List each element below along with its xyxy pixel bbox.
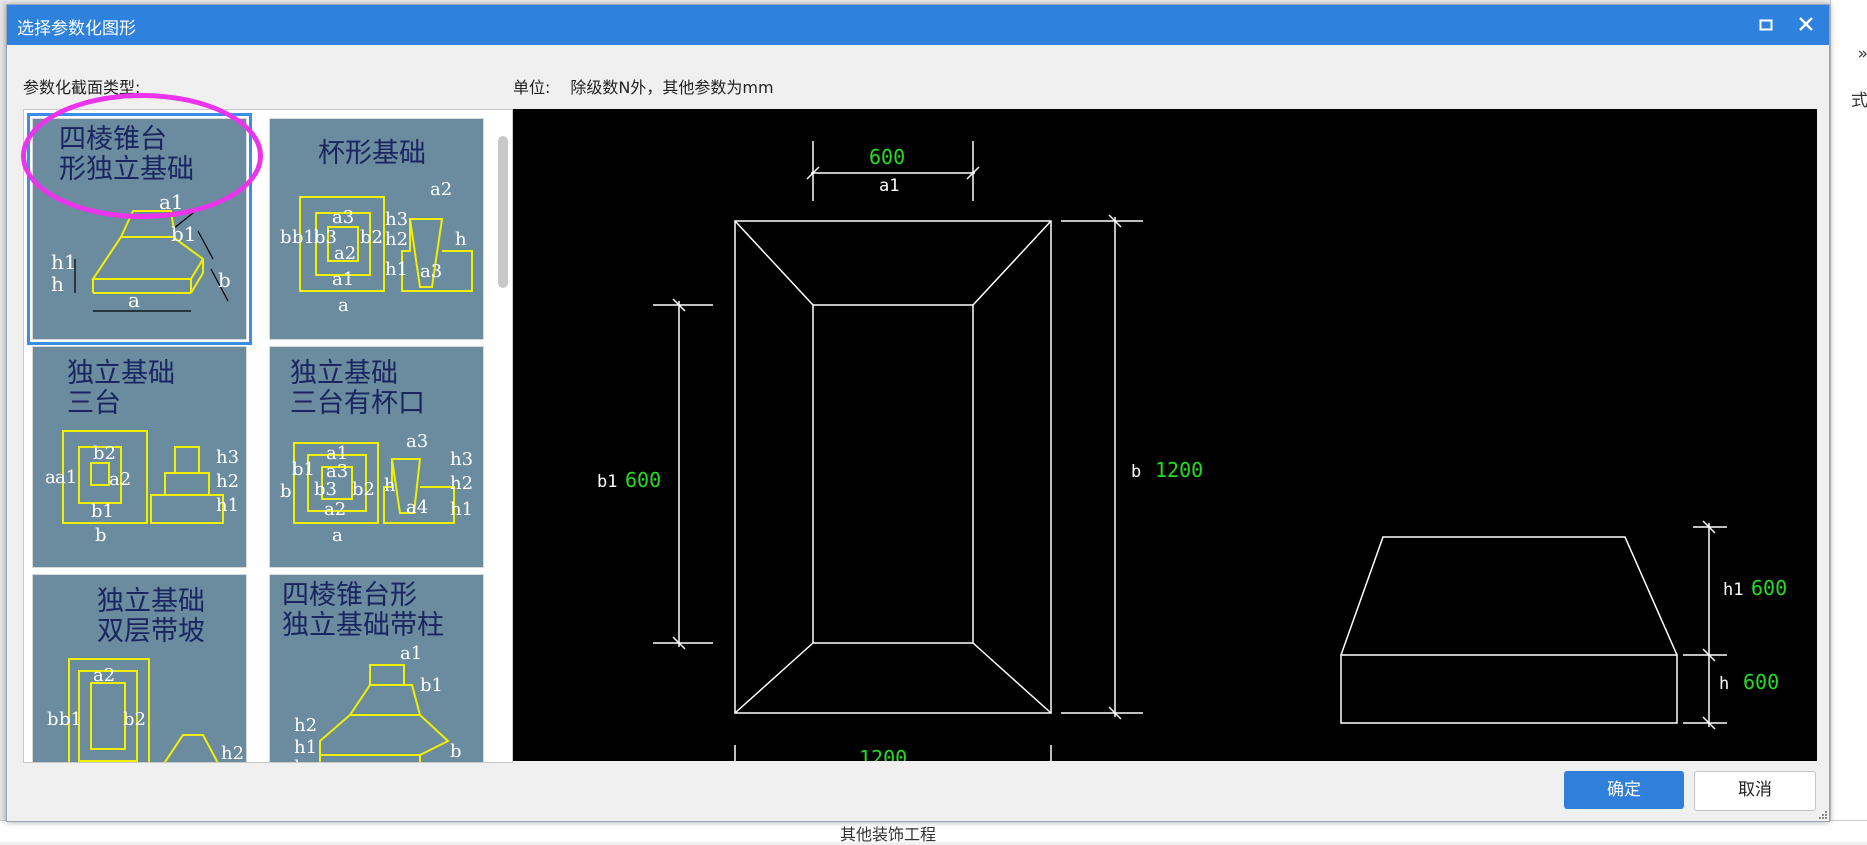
b1-value: 600 <box>625 468 661 492</box>
cancel-button[interactable]: 取消 <box>1694 771 1816 811</box>
svg-text:h: h <box>294 757 306 763</box>
thumb-cup-footing[interactable]: 杯形基础 a2 b b1 b3 b2 a3 a2 a1 a h3 h2 h1 h… <box>269 118 484 340</box>
thumb-drawing: a1 b1 h2 h1 h b <box>294 643 462 763</box>
inner-outline <box>812 304 974 644</box>
h1-value: 600 <box>1751 576 1787 600</box>
maximize-icon[interactable] <box>1751 10 1781 40</box>
svg-text:h1: h1 <box>385 259 408 280</box>
svg-text:a1: a1 <box>55 467 77 488</box>
b-value: 1200 <box>1155 458 1203 482</box>
svg-text:h1: h1 <box>294 737 317 758</box>
thumb-three-step-cup-footing[interactable]: 独立基础 三台有杯口 a1 a3 b1 b3 b2 b a2 a h a3 a4… <box>269 346 484 568</box>
shape-preview-canvas: 600 a1 b1 600 b 1200 1200 h1 600 h 600 <box>513 109 1817 761</box>
svg-text:b: b <box>218 268 231 292</box>
svg-text:b2: b2 <box>123 709 146 730</box>
svg-text:h1: h1 <box>450 499 473 520</box>
selection-highlight-circle <box>21 93 263 219</box>
ok-button[interactable]: 确定 <box>1564 771 1684 809</box>
h-value: 600 <box>1743 670 1779 694</box>
svg-text:a3: a3 <box>420 261 442 282</box>
section-base <box>1340 654 1678 724</box>
thumb-drawing: a1 a3 b1 b3 b2 b a2 a h a3 a4 h3 h2 h1 <box>280 431 473 546</box>
list-scrollbar-thumb[interactable] <box>498 136 508 288</box>
a1-value: 600 <box>869 145 905 169</box>
svg-text:b2: b2 <box>360 227 383 248</box>
thumb-drawing: b2 a a1 a2 b1 b h3 h2 h1 <box>45 430 239 546</box>
svg-text:a3: a3 <box>406 431 428 452</box>
svg-text:a4: a4 <box>406 497 428 518</box>
a1-label: a1 <box>879 176 899 196</box>
resize-grip-icon[interactable] <box>1817 809 1827 819</box>
svg-text:b: b <box>95 525 107 546</box>
svg-text:h2: h2 <box>294 715 317 736</box>
svg-text:a2: a2 <box>93 665 115 686</box>
close-icon[interactable] <box>1791 10 1821 40</box>
unit-value: 除级数N外，其他参数为mm <box>570 78 774 97</box>
svg-text:a1: a1 <box>400 643 422 664</box>
svg-text:h3: h3 <box>216 447 239 468</box>
b1-label: b1 <box>597 472 617 492</box>
svg-text:h: h <box>51 272 64 296</box>
svg-text:a3: a3 <box>332 207 354 228</box>
background-expand-icon: » <box>1857 44 1867 64</box>
dialog-titlebar: 选择参数化图形 <box>7 5 1829 45</box>
background-app-panel: » 式 <box>1830 0 1867 841</box>
thumb-pyramid-footing-with-column[interactable]: 四棱锥台形 独立基础带柱 a1 b1 h2 h1 h b <box>269 574 484 763</box>
a-value: 1200 <box>859 746 907 761</box>
svg-text:h2: h2 <box>385 229 408 250</box>
svg-text:b1: b1 <box>59 709 82 730</box>
dialog-title: 选择参数化图形 <box>17 19 136 39</box>
outer-outline <box>734 220 1052 714</box>
svg-text:b1: b1 <box>420 675 443 696</box>
svg-text:b1: b1 <box>91 501 114 522</box>
svg-text:h3: h3 <box>385 209 408 230</box>
svg-text:b1: b1 <box>292 227 315 248</box>
svg-text:h2: h2 <box>221 743 244 763</box>
svg-text:b3: b3 <box>314 479 337 500</box>
unit-label: 单位: <box>513 78 551 97</box>
svg-text:h2: h2 <box>216 471 239 492</box>
svg-text:h: h <box>384 475 396 496</box>
svg-text:a2: a2 <box>430 179 452 200</box>
svg-text:b: b <box>47 709 59 730</box>
preview-drawing: 600 a1 b1 600 b 1200 1200 h1 600 h 600 <box>597 141 1787 761</box>
svg-text:b1: b1 <box>171 222 197 246</box>
svg-text:b: b <box>450 741 462 762</box>
svg-text:h2: h2 <box>450 473 473 494</box>
svg-text:b: b <box>280 481 292 502</box>
unit-label-group: 单位: 除级数N外，其他参数为mm <box>513 74 774 98</box>
section-frustum <box>1340 536 1678 656</box>
svg-text:h3: h3 <box>450 449 473 470</box>
svg-text:a2: a2 <box>334 243 356 264</box>
background-tree-item: 其他装饰工程 <box>840 825 937 844</box>
thumb-two-layer-sloped-footing[interactable]: 独立基础 双层带坡 a2 b b1 b2 a1 h2 h1 <box>32 574 247 763</box>
list-scrollbar[interactable] <box>496 114 510 758</box>
select-parametric-shape-dialog: 选择参数化图形 参数化截面类型: 单位: 除级数N外，其他参数为mm 四棱锥台 形独… <box>6 4 1830 822</box>
background-app-bottom: 其他装饰工程 <box>0 820 1867 844</box>
svg-text:b1: b1 <box>292 459 315 480</box>
svg-text:a1: a1 <box>332 269 354 290</box>
svg-text:a2: a2 <box>109 469 131 490</box>
svg-text:b: b <box>280 227 292 248</box>
thumb-drawing: a2 b b1 b2 a1 h2 h1 <box>47 658 244 763</box>
thumb-drawing: a2 b b1 b3 b2 a3 a2 a1 a h3 h2 h1 h a3 <box>280 179 473 316</box>
svg-text:a: a <box>128 288 140 312</box>
b-label: b <box>1131 462 1141 482</box>
h1-label: h1 <box>1723 580 1743 600</box>
svg-text:h1: h1 <box>216 495 239 516</box>
svg-text:a: a <box>332 525 343 546</box>
background-text: 式 <box>1851 91 1867 111</box>
svg-text:a2: a2 <box>324 499 346 520</box>
svg-text:b2: b2 <box>93 443 116 464</box>
svg-text:h1: h1 <box>51 250 77 274</box>
svg-text:a: a <box>338 295 349 316</box>
h-label: h <box>1719 674 1729 694</box>
svg-text:b2: b2 <box>352 479 375 500</box>
svg-text:h: h <box>455 229 467 250</box>
thumb-three-step-footing[interactable]: 独立基础 三台 b2 a a1 a2 b1 b h3 h2 h1 <box>32 346 247 568</box>
